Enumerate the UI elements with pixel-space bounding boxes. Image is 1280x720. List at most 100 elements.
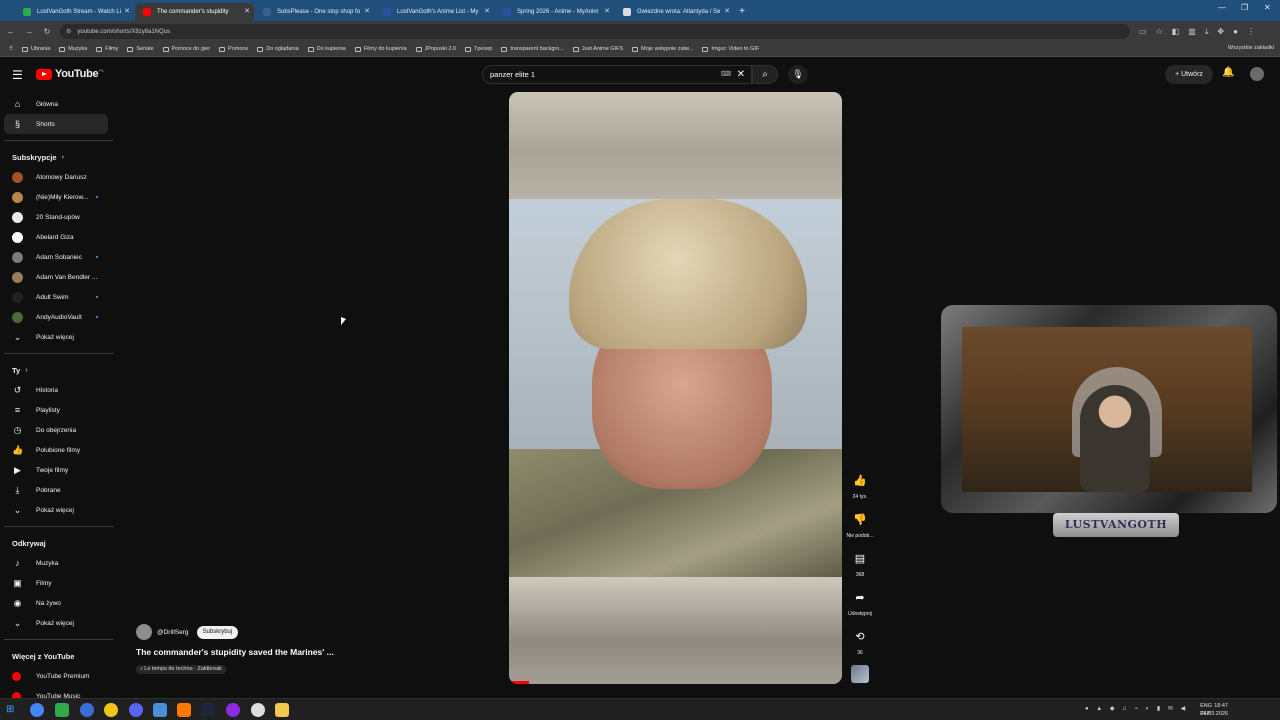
subscription-item[interactable]: Adam Sobaniec bbox=[0, 247, 118, 267]
subscribe-button[interactable]: Subskrybuj bbox=[196, 625, 239, 639]
subscription-item[interactable]: Adam Van Bendler ... bbox=[0, 267, 118, 287]
sidebar-item-historia[interactable]: ↺ Historia bbox=[0, 380, 118, 400]
sidebar-item-polubione-filmy[interactable]: 👍 Polubione filmy bbox=[0, 440, 118, 460]
extensions-icon[interactable]: ✥ bbox=[1217, 27, 1224, 36]
clear-search-icon[interactable]: ✕ bbox=[737, 66, 745, 83]
sidebar-item-twoje-filmy[interactable]: ▶ Twoje filmy bbox=[0, 460, 118, 480]
chrome-taskbar-icon[interactable] bbox=[30, 703, 44, 717]
subscription-item[interactable]: Atomowy Dariusz bbox=[0, 167, 118, 187]
bookmark-item[interactable]: Pomoce bbox=[219, 46, 248, 52]
sound-thumbnail[interactable] bbox=[851, 665, 869, 683]
extension-icon[interactable]: ◧ bbox=[1172, 27, 1180, 36]
steam-taskbar-icon[interactable] bbox=[201, 703, 215, 717]
create-button[interactable]: + Utwórz bbox=[1165, 65, 1213, 84]
sidebar-item-na-ywo[interactable]: ◉ Na żywo bbox=[0, 593, 118, 613]
keyboard-icon[interactable]: ⌨ bbox=[721, 66, 731, 83]
system-tray-icons[interactable]: ● ▲ ◆ ♫ ⌁ ◐ ▮ ✉ ◀ bbox=[1085, 705, 1188, 712]
obs-taskbar-icon[interactable] bbox=[251, 703, 265, 717]
minimize-icon[interactable]: — bbox=[1218, 3, 1226, 12]
notifications-bell-icon[interactable]: 🔔 bbox=[1222, 67, 1234, 78]
download-icon[interactable]: ⤓ bbox=[1205, 27, 1209, 37]
bookmark-item[interactable]: Just Anime GIFS bbox=[572, 46, 623, 52]
browser-taskbar-icon[interactable] bbox=[80, 703, 94, 717]
search-button[interactable]: ⌕ bbox=[752, 65, 778, 84]
short-video-player[interactable] bbox=[509, 92, 842, 684]
music-tag[interactable]: ♪ Le temps de techno · Zaldbreak bbox=[136, 665, 226, 674]
bookmark-item[interactable]: transparent backgro... bbox=[501, 46, 564, 52]
profile-icon[interactable]: ● bbox=[1233, 27, 1238, 36]
bookmark-item[interactable]: Muzyka bbox=[59, 46, 87, 52]
all-bookmarks[interactable]: Wszystkie zakładki bbox=[1228, 45, 1274, 51]
bookmark-item[interactable]: Tpexep bbox=[465, 46, 492, 52]
bookmark-item[interactable]: Imgur: Video to GIF bbox=[702, 46, 759, 52]
sidebar-item-filmy[interactable]: ▣ Filmy bbox=[0, 573, 118, 593]
subscription-item[interactable]: (Nie)Miły Kierow... bbox=[0, 187, 118, 207]
remix-button[interactable]: ⟲ 36 bbox=[846, 626, 874, 656]
browser-tab[interactable]: Spring 2026 - Anime - MyAnim ✕ bbox=[495, 3, 614, 21]
subscription-item[interactable]: 20 Stand-upów bbox=[0, 207, 118, 227]
menu-icon[interactable]: ⋮ bbox=[1247, 27, 1255, 36]
you-heading[interactable]: Ty › bbox=[0, 360, 118, 380]
subscription-item[interactable]: Adult Swim bbox=[0, 287, 118, 307]
reload-icon[interactable]: ↻ bbox=[40, 27, 54, 36]
browser-tab[interactable]: The commander's stupidity ✕ bbox=[135, 3, 254, 21]
bookmark-item[interactable]: Ubrania bbox=[22, 46, 50, 52]
tab-close-icon[interactable]: ✕ bbox=[724, 3, 730, 21]
cast-icon[interactable]: ▭ bbox=[1139, 27, 1147, 36]
sidebar-item-do-obejrzenia[interactable]: ◷ Do obejrzenia bbox=[0, 420, 118, 440]
account-avatar[interactable] bbox=[1250, 67, 1264, 81]
voice-search-button[interactable]: 🎙 bbox=[788, 65, 808, 84]
explorer-taskbar-icon[interactable] bbox=[275, 703, 289, 717]
share-button[interactable]: ➦ Udostępnij bbox=[846, 587, 874, 617]
close-window-icon[interactable]: ✕ bbox=[1264, 3, 1271, 12]
tab-close-icon[interactable]: ✕ bbox=[484, 3, 490, 21]
bookmark-item[interactable]: Filmy bbox=[96, 46, 118, 52]
menu-hamburger-icon[interactable]: ☰ bbox=[12, 68, 23, 82]
bookmark-star-icon[interactable]: ☆ bbox=[1156, 27, 1163, 36]
site-info-icon[interactable]: ⚙ bbox=[66, 28, 71, 35]
you-show-more[interactable]: ⌄ Pokaż więcej bbox=[0, 500, 118, 520]
app3-taskbar-icon[interactable] bbox=[226, 703, 240, 717]
more-from-youtube-item[interactable]: YouTube Premium bbox=[0, 666, 118, 686]
sidebar-item-g-wna[interactable]: ⌂ Główna bbox=[0, 94, 118, 114]
dislike-button[interactable]: 👎 Nie podob... bbox=[846, 509, 874, 539]
new-tab-button[interactable]: + bbox=[734, 3, 750, 21]
subscription-item[interactable]: Abelard Giza bbox=[0, 227, 118, 247]
search-input[interactable]: panzer elite 1 ⌨ ✕ bbox=[482, 65, 752, 84]
app2-taskbar-icon[interactable] bbox=[104, 703, 118, 717]
vlc-taskbar-icon[interactable] bbox=[177, 703, 191, 717]
explore-show-more[interactable]: ⌄ Pokaż więcej bbox=[0, 613, 118, 633]
back-icon[interactable]: ← bbox=[4, 27, 18, 36]
tab-close-icon[interactable]: ✕ bbox=[604, 3, 610, 21]
short-title[interactable]: The commander's stupidity saved the Mari… bbox=[136, 647, 334, 657]
tab-close-icon[interactable]: ✕ bbox=[244, 3, 250, 21]
app-taskbar-icon[interactable] bbox=[55, 703, 69, 717]
discord-taskbar-icon[interactable] bbox=[129, 703, 143, 717]
sidepanel-icon[interactable]: ▥ bbox=[1188, 27, 1196, 36]
clock[interactable]: 18:47 24.03.2026 bbox=[1200, 702, 1228, 718]
browser-tab[interactable]: LustVanGoth Stream - Watch Li ✕ bbox=[15, 3, 134, 21]
bookmark-item[interactable]: Do kupienia bbox=[307, 46, 346, 52]
sidebar-item-pobrane[interactable]: ⤓ Pobrane bbox=[0, 480, 118, 500]
windows-start-icon[interactable]: ⊞ bbox=[6, 703, 20, 717]
channel-avatar[interactable] bbox=[136, 624, 152, 640]
subscriptions-heading[interactable]: Subskrypcje › bbox=[0, 147, 118, 167]
forward-icon[interactable]: → bbox=[22, 27, 36, 36]
tab-close-icon[interactable]: ✕ bbox=[364, 3, 370, 21]
bookmark-item[interactable]: Seriale bbox=[127, 46, 154, 52]
sidebar-item-muzyka[interactable]: ♪ Muzyka bbox=[0, 553, 118, 573]
sidebar-item-playlisty[interactable]: ≡ Playlisty bbox=[0, 400, 118, 420]
subscription-item[interactable]: AndyAudioVault bbox=[0, 307, 118, 327]
bookmark-item[interactable]: JPopuski 2.0 bbox=[415, 46, 456, 52]
browser-tab[interactable]: SubsPlease - One stop shop fo ✕ bbox=[255, 3, 374, 21]
bookmark-item[interactable]: Do oglądania bbox=[257, 46, 299, 52]
maximize-icon[interactable]: ❐ bbox=[1241, 3, 1248, 12]
channel-name[interactable]: @DrillSerg bbox=[157, 629, 189, 636]
store-taskbar-icon[interactable] bbox=[153, 703, 167, 717]
like-button[interactable]: 👍 24 tys. bbox=[846, 470, 874, 500]
url-field[interactable]: ⚙ youtube.com/shorts/X8zy8a1NQus bbox=[60, 24, 1130, 39]
video-progress-bar[interactable] bbox=[509, 681, 529, 684]
bookmark-item[interactable]: Pomoce do gier bbox=[162, 46, 210, 52]
browser-tab[interactable]: Gwiezdne wrota: Atlantyda / Se ✕ bbox=[615, 3, 734, 21]
tab-close-icon[interactable]: ✕ bbox=[124, 3, 130, 21]
